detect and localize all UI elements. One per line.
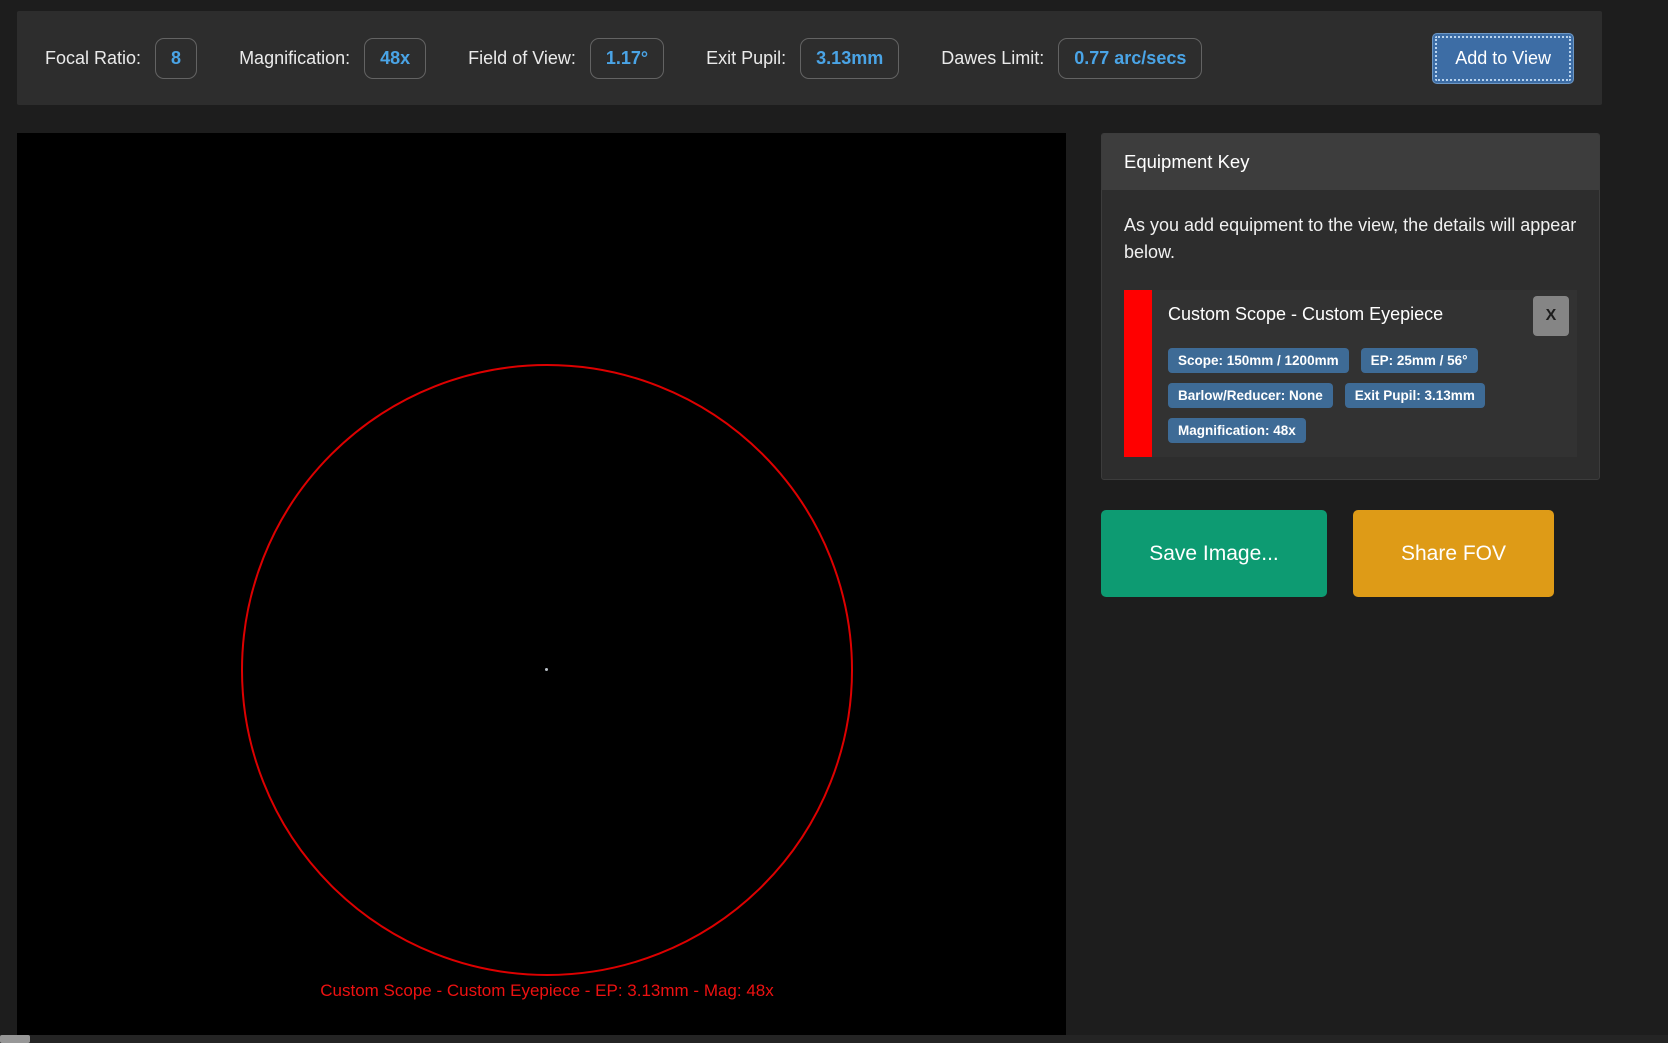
horizontal-scrollbar[interactable] [0,1035,1668,1043]
stat-value-magnification: 48x [364,37,427,79]
stat-label-magnification: Magnification: [239,47,351,68]
equipment-key-header: Equipment Key [1102,134,1599,190]
equipment-key-card: Equipment Key As you add equipment to th… [1101,133,1600,480]
badge-exit-pupil: Exit Pupil: 3.13mm [1344,383,1485,408]
equipment-color-swatch [1124,290,1152,457]
stat-label-exit-pupil: Exit Pupil: [706,47,787,68]
badge-barlow-reducer: Barlow/Reducer: None [1168,383,1333,408]
equipment-item-name: Custom Scope - Custom Eyepiece [1168,304,1444,324]
stat-dawes-limit: Dawes Limit: 0.77 arc/secs [941,37,1203,79]
stat-magnification: Magnification: 48x [239,37,427,79]
stat-value-dawes-limit: 0.77 arc/secs [1058,37,1203,79]
stat-value-field-of-view: 1.17° [589,37,665,79]
stat-focal-ratio: Focal Ratio: 8 [45,37,198,79]
equipment-key-body: As you add equipment to the view, the de… [1102,190,1599,479]
remove-equipment-button[interactable]: X [1533,296,1569,336]
equipment-key-description: As you add equipment to the view, the de… [1124,215,1577,262]
badge-magnification: Magnification: 48x [1168,418,1306,443]
stats-bar: Focal Ratio: 8 Magnification: 48x Field … [17,11,1602,105]
stat-value-exit-pupil: 3.13mm [800,37,900,79]
stat-label-dawes-limit: Dawes Limit: [941,47,1045,68]
fov-caption: Custom Scope - Custom Eyepiece - EP: 3.1… [320,981,774,1000]
badge-scope: Scope: 150mm / 1200mm [1168,348,1349,373]
sidebar: Equipment Key As you add equipment to th… [1101,133,1600,597]
equipment-badges: Scope: 150mm / 1200mm EP: 25mm / 56° Bar… [1168,348,1513,443]
equipment-item: Custom Scope - Custom Eyepiece X Scope: … [1124,290,1577,457]
save-image-button[interactable]: Save Image... [1101,510,1327,597]
scrollbar-thumb[interactable] [0,1035,30,1043]
badge-eyepiece: EP: 25mm / 56° [1360,348,1478,373]
add-to-view-button[interactable]: Add to View [1432,32,1574,84]
equipment-item-content: Custom Scope - Custom Eyepiece X Scope: … [1152,290,1577,457]
action-buttons-row: Save Image... Share FOV [1101,510,1600,597]
center-star-dot [545,668,548,671]
stat-field-of-view: Field of View: 1.17° [468,37,665,79]
stat-label-focal-ratio: Focal Ratio: [45,47,142,68]
fov-canvas: Custom Scope - Custom Eyepiece - EP: 3.1… [17,133,1066,1035]
equipment-title-row: Custom Scope - Custom Eyepiece X [1168,296,1569,336]
equipment-key-title: Equipment Key [1124,151,1250,172]
stat-value-focal-ratio: 8 [155,37,198,79]
share-fov-button[interactable]: Share FOV [1353,510,1554,597]
stat-exit-pupil: Exit Pupil: 3.13mm [706,37,900,79]
stat-label-field-of-view: Field of View: [468,47,576,68]
